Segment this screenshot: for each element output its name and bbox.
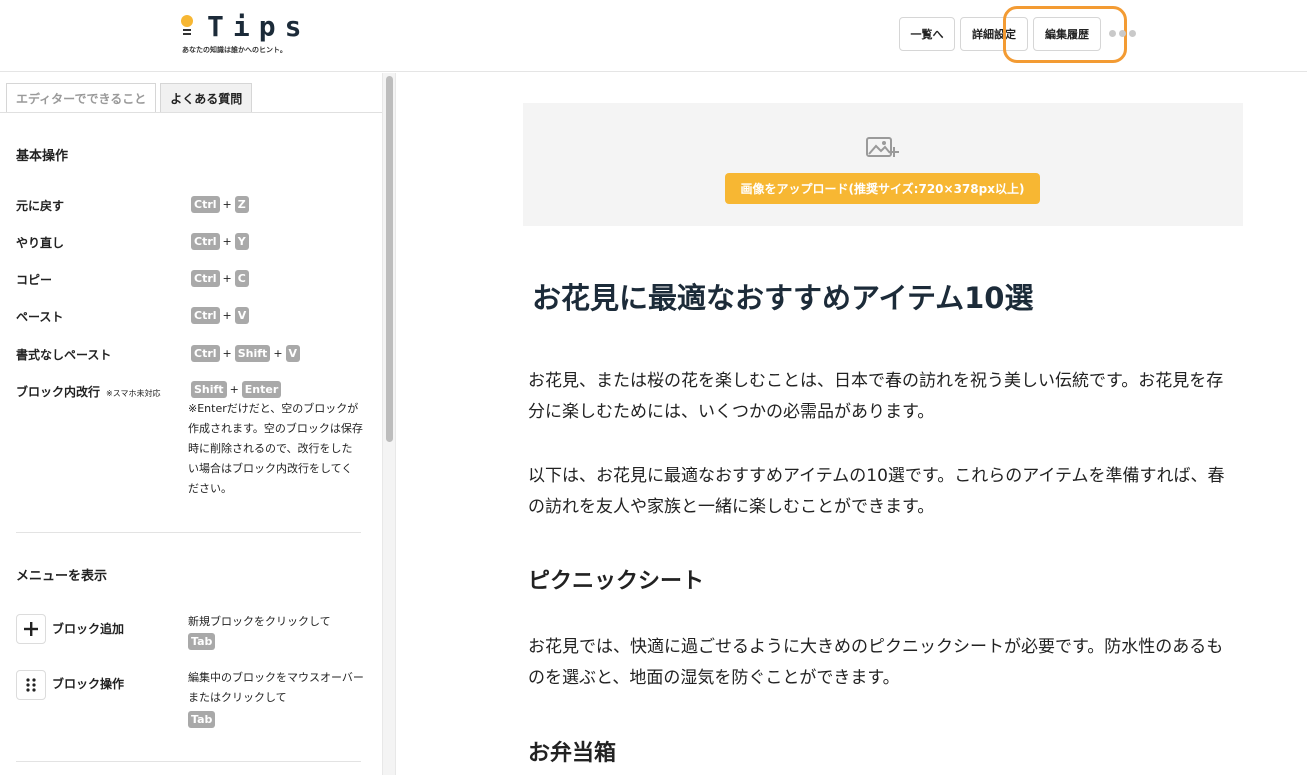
article-title[interactable]: お花見に最適なおすすめアイテム10選 xyxy=(532,275,1033,317)
key-badge: V xyxy=(234,307,250,324)
upload-image-button[interactable]: 画像をアップロード(推奨サイズ:720×378px以上) xyxy=(725,173,1040,204)
shortcut-keys-paste: Ctrl + V xyxy=(191,307,250,324)
key-badge: Tab xyxy=(188,711,216,728)
mobile-unsupported-note: ※スマホ未対応 xyxy=(106,389,161,398)
key-badge: C xyxy=(234,270,249,287)
logo[interactable]: Tips あなたの知識は誰かへのヒント。 xyxy=(178,10,311,56)
section-title-menu: メニューを表示 xyxy=(16,569,108,584)
menu-desc-block-ops: 編集中のブロックをマウスオーバーまたはクリックして Tab xyxy=(188,671,364,728)
cover-image-area[interactable]: 画像をアップロード(推奨サイズ:720×378px以上) xyxy=(523,103,1243,226)
key-badge: Y xyxy=(234,233,249,250)
key-badge: Ctrl xyxy=(191,307,220,324)
scroll-thumb[interactable] xyxy=(386,76,393,442)
key-badge: Z xyxy=(234,196,249,213)
shortcut-label-line-break: ブロック内改行 ※スマホ未対応 xyxy=(16,385,161,399)
drag-handle-icon xyxy=(16,670,46,700)
menu-desc-add-block: 新規ブロックをクリックして Tab xyxy=(188,615,331,650)
menu-label-block-ops: ブロック操作 xyxy=(52,677,125,691)
key-badge: V xyxy=(285,345,301,362)
tab-faq[interactable]: よくある質問 xyxy=(160,83,253,113)
shortcut-label-paste: ペースト xyxy=(16,310,64,324)
key-badge: Shift xyxy=(234,345,271,362)
logo-text: Tips xyxy=(207,10,311,43)
key-badge: Ctrl xyxy=(191,270,220,287)
key-badge: Ctrl xyxy=(191,345,220,362)
shortcut-label-undo: 元に戻す xyxy=(16,199,65,213)
shortcut-keys-copy: Ctrl + C xyxy=(191,270,249,287)
tab-editor-features[interactable]: エディターでできること xyxy=(6,83,157,113)
key-badge: Shift xyxy=(191,381,227,398)
sidebar-tabs: エディターでできること よくある質問 xyxy=(6,83,253,113)
paragraph-intro[interactable]: お花見、または桜の花を楽しむことは、日本で春の訪れを祝う美しい伝統です。お花見を… xyxy=(528,366,1240,428)
shortcut-keys-plain-paste: Ctrl + Shift + V xyxy=(191,345,301,362)
paragraph-list-intro[interactable]: 以下は、お花見に最適なおすすめアイテムの10選です。これらのアイテムを準備すれば… xyxy=(528,461,1240,523)
key-badge: Ctrl xyxy=(191,233,220,250)
shortcut-keys-undo: Ctrl + Z xyxy=(191,196,249,213)
logo-tagline: あなたの知識は誰かへのヒント。 xyxy=(182,46,287,54)
sidebar-scrollbar[interactable] xyxy=(382,73,396,775)
editor-main: 画像をアップロード(推奨サイズ:720×378px以上) お花見に最適なおすすめ… xyxy=(397,73,1307,775)
key-badge: Tab xyxy=(188,633,216,650)
shortcut-label-plain-paste: 書式なしペースト xyxy=(16,348,112,362)
heading-picnic-sheet[interactable]: ピクニックシート xyxy=(528,563,704,595)
shortcut-keys-redo: Ctrl + Y xyxy=(191,233,249,250)
shortcut-label-redo: やり直し xyxy=(16,236,65,250)
plus-icon xyxy=(16,614,46,644)
image-add-icon xyxy=(866,137,899,157)
section-title-basic: 基本操作 xyxy=(16,149,69,164)
more-options-icon[interactable] xyxy=(1109,30,1141,38)
lightbulb-icon xyxy=(181,15,193,27)
edit-history-button[interactable]: 編集履歴 xyxy=(1033,17,1101,51)
detail-settings-button[interactable]: 詳細設定 xyxy=(960,17,1028,51)
shortcut-keys-line-break: Shift + Enter xyxy=(191,381,282,398)
help-sidebar: エディターでできること よくある質問 基本操作 元に戻す Ctrl + Z やり直し… xyxy=(0,73,382,775)
shortcut-label-copy: コピー xyxy=(16,273,53,287)
heading-bento-box[interactable]: お弁当箱 xyxy=(528,735,616,767)
menu-label-add-block: ブロック追加 xyxy=(52,622,125,636)
back-to-list-button[interactable]: 一覧へ xyxy=(899,17,955,51)
key-badge: Enter xyxy=(241,381,282,398)
key-badge: Ctrl xyxy=(191,196,220,213)
header: Tips あなたの知識は誰かへのヒント。 一覧へ 詳細設定 編集履歴 xyxy=(0,0,1307,72)
paragraph-picnic-sheet[interactable]: お花見では、快適に過ごせるように大きめのピクニックシートが必要です。防水性のある… xyxy=(528,632,1240,694)
line-break-note: ※Enterだけだと、空のブロックが作成されます。空のブロックは保存時に削除され… xyxy=(188,402,363,495)
